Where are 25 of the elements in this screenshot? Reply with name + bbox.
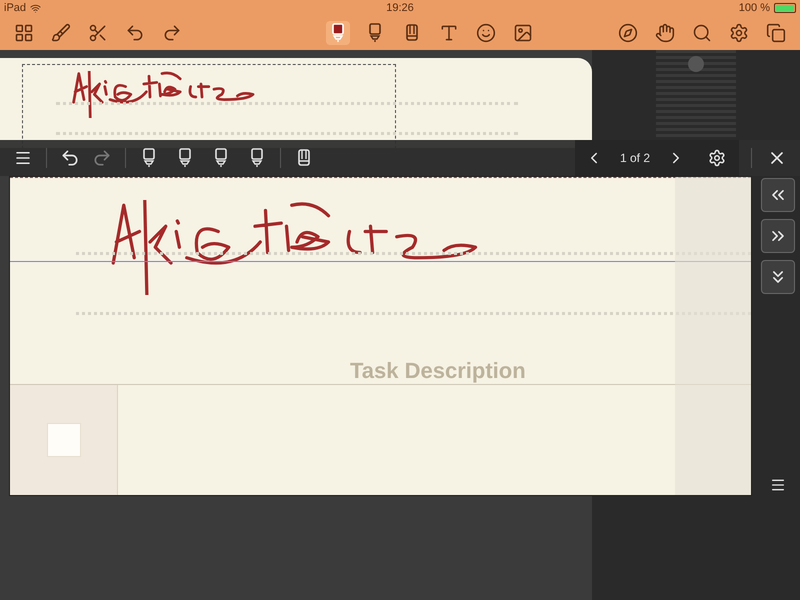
carrier-label: iPad	[4, 0, 26, 16]
hand-icon[interactable]	[653, 21, 677, 45]
redo-icon	[92, 148, 112, 168]
double-chevron-left-button[interactable]	[761, 178, 795, 212]
page-indicator: 1 of 2	[618, 150, 652, 167]
clock-time: 19:26	[386, 0, 414, 16]
pen-icon	[177, 148, 193, 168]
marker-icon	[296, 148, 312, 168]
battery-percent: 100 %	[738, 0, 770, 16]
pen-icon[interactable]	[326, 21, 350, 45]
task-checkbox[interactable]	[46, 423, 80, 457]
column-header: Task Description	[350, 357, 526, 385]
double-chevron-down-button[interactable]	[761, 260, 795, 294]
menu-icon	[14, 149, 32, 167]
settings-icon	[708, 149, 726, 167]
double-chevron-right-button[interactable]	[761, 219, 795, 253]
menu-icon	[770, 477, 786, 493]
compass-icon[interactable]	[616, 21, 640, 45]
battery-icon	[774, 3, 796, 13]
pen-icon	[141, 148, 157, 168]
wifi-icon	[30, 2, 42, 14]
pen-icon	[249, 148, 265, 168]
pages-icon[interactable]	[764, 21, 788, 45]
pen-icon	[213, 148, 229, 168]
undo-icon	[60, 148, 80, 168]
